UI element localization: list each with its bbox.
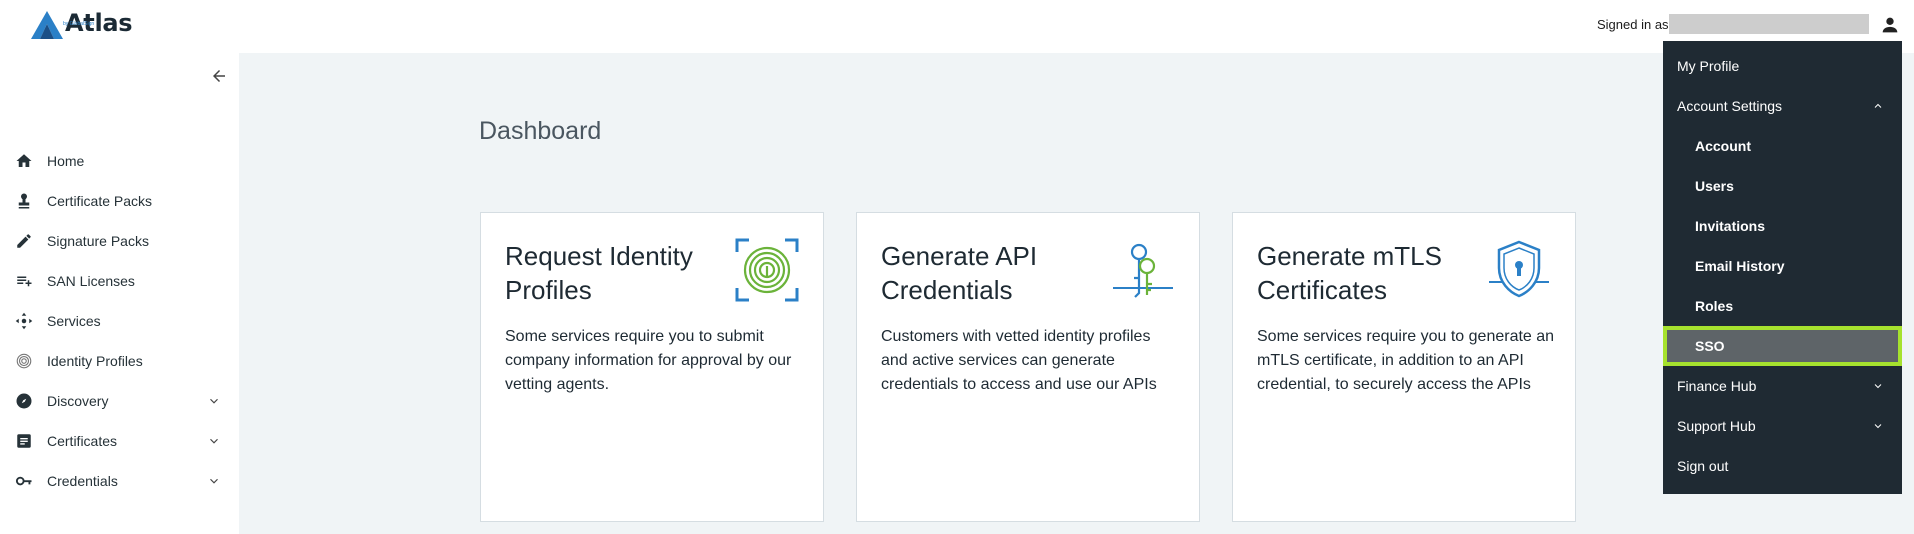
menu-item-label: Invitations — [1695, 218, 1766, 234]
menu-item-label: My Profile — [1677, 58, 1740, 74]
chevron-down-icon — [1874, 424, 1882, 429]
card-description: Some services require you to submit comp… — [505, 328, 792, 393]
sidebar-item-services[interactable]: Services — [0, 301, 239, 341]
shield-lock-icon — [1489, 240, 1549, 298]
signed-in-label: Signed in as — [1597, 17, 1669, 32]
menu-item-label: Roles — [1695, 298, 1734, 314]
logo-subtitle: by GlobalSign — [63, 21, 95, 27]
chevron-down-icon[interactable] — [207, 434, 221, 448]
menu-item-support-hub[interactable]: Support Hub — [1663, 406, 1902, 446]
menu-item-label: Sign out — [1677, 458, 1729, 474]
menu-item-label: Users — [1695, 178, 1734, 194]
chevron-down-icon — [1874, 384, 1882, 389]
stamp-icon — [15, 192, 33, 210]
document-icon — [15, 432, 33, 450]
sidebar-item-home[interactable]: Home — [0, 141, 239, 181]
chevron-down-icon[interactable] — [207, 474, 221, 488]
menu-item-sign-out[interactable]: Sign out — [1663, 446, 1902, 486]
sidebar: Home Certificate Packs Signature Packs S… — [0, 53, 239, 534]
atlas-logo-icon — [31, 11, 63, 39]
menu-item-email-history[interactable]: Email History — [1663, 246, 1902, 286]
key-icon — [15, 472, 33, 490]
sidebar-item-discovery[interactable]: Discovery — [0, 381, 239, 421]
services-icon — [15, 312, 33, 330]
menu-item-label: SSO — [1695, 338, 1725, 354]
chevron-up-icon — [1874, 103, 1882, 108]
menu-item-label: Account Settings — [1677, 98, 1783, 114]
compass-icon — [15, 392, 33, 410]
sidebar-item-san-licenses[interactable]: SAN Licenses — [0, 261, 239, 301]
fingerprint-icon — [15, 352, 33, 370]
top-bar: Atlas by GlobalSign Signed in as — [0, 0, 1914, 53]
menu-item-label: Support Hub — [1677, 418, 1756, 434]
menu-item-account[interactable]: Account — [1663, 126, 1902, 166]
chevron-down-icon[interactable] — [207, 394, 221, 408]
playlist-add-icon — [15, 272, 33, 290]
user-menu-dropdown: My Profile Account Settings Account User… — [1663, 41, 1902, 494]
pen-icon — [15, 232, 33, 250]
card-request-identity-profiles[interactable]: Request Identity Profiles Some services … — [480, 212, 824, 522]
menu-item-account-settings[interactable]: Account Settings — [1663, 86, 1902, 126]
sidebar-item-label: Credentials — [47, 473, 118, 489]
sidebar-item-label: Home — [47, 153, 85, 169]
collapse-sidebar-icon[interactable] — [210, 67, 228, 85]
sidebar-item-label: Discovery — [47, 393, 109, 409]
fingerprint-scan-icon — [735, 238, 799, 302]
sidebar-nav: Home Certificate Packs Signature Packs S… — [0, 141, 239, 501]
username-redacted — [1669, 14, 1869, 34]
keys-icon — [1113, 243, 1173, 298]
page-title: Dashboard — [479, 117, 602, 145]
menu-item-label: Email History — [1695, 258, 1785, 274]
menu-item-roles[interactable]: Roles — [1663, 286, 1902, 326]
sidebar-item-label: Certificates — [47, 433, 118, 449]
sidebar-item-label: SAN Licenses — [47, 273, 135, 289]
card-generate-mtls-certificates[interactable]: Generate mTLS Certificates Some services… — [1232, 212, 1576, 522]
menu-item-label: Finance Hub — [1677, 378, 1757, 394]
sidebar-item-certificate-packs[interactable]: Certificate Packs — [0, 181, 239, 221]
sidebar-item-certificates[interactable]: Certificates — [0, 421, 239, 461]
sidebar-item-label: Services — [47, 313, 101, 329]
sidebar-item-label: Signature Packs — [47, 233, 149, 249]
sidebar-item-label: Certificate Packs — [47, 193, 153, 209]
sidebar-item-identity-profiles[interactable]: Identity Profiles — [0, 341, 239, 381]
card-description: Some services require you to generate an… — [1257, 328, 1555, 393]
user-account-icon[interactable] — [1879, 14, 1901, 36]
menu-item-my-profile[interactable]: My Profile — [1663, 46, 1902, 86]
menu-item-users[interactable]: Users — [1663, 166, 1902, 206]
menu-item-invitations[interactable]: Invitations — [1663, 206, 1902, 246]
menu-item-label: Account — [1695, 138, 1751, 154]
menu-item-finance-hub[interactable]: Finance Hub — [1663, 366, 1902, 406]
home-icon — [15, 152, 33, 170]
card-description: Customers with vetted identity profiles … — [881, 328, 1157, 393]
card-title: Request Identity Profiles — [505, 241, 693, 305]
sidebar-item-credentials[interactable]: Credentials — [0, 461, 239, 501]
card-title: Generate API Credentials — [881, 241, 1038, 305]
sidebar-item-label: Identity Profiles — [47, 353, 143, 369]
menu-item-sso[interactable]: SSO — [1663, 326, 1902, 366]
sidebar-item-signature-packs[interactable]: Signature Packs — [0, 221, 239, 261]
card-generate-api-credentials[interactable]: Generate API Credentials Customers with … — [856, 212, 1200, 522]
card-title: Generate mTLS Certificates — [1257, 241, 1442, 305]
